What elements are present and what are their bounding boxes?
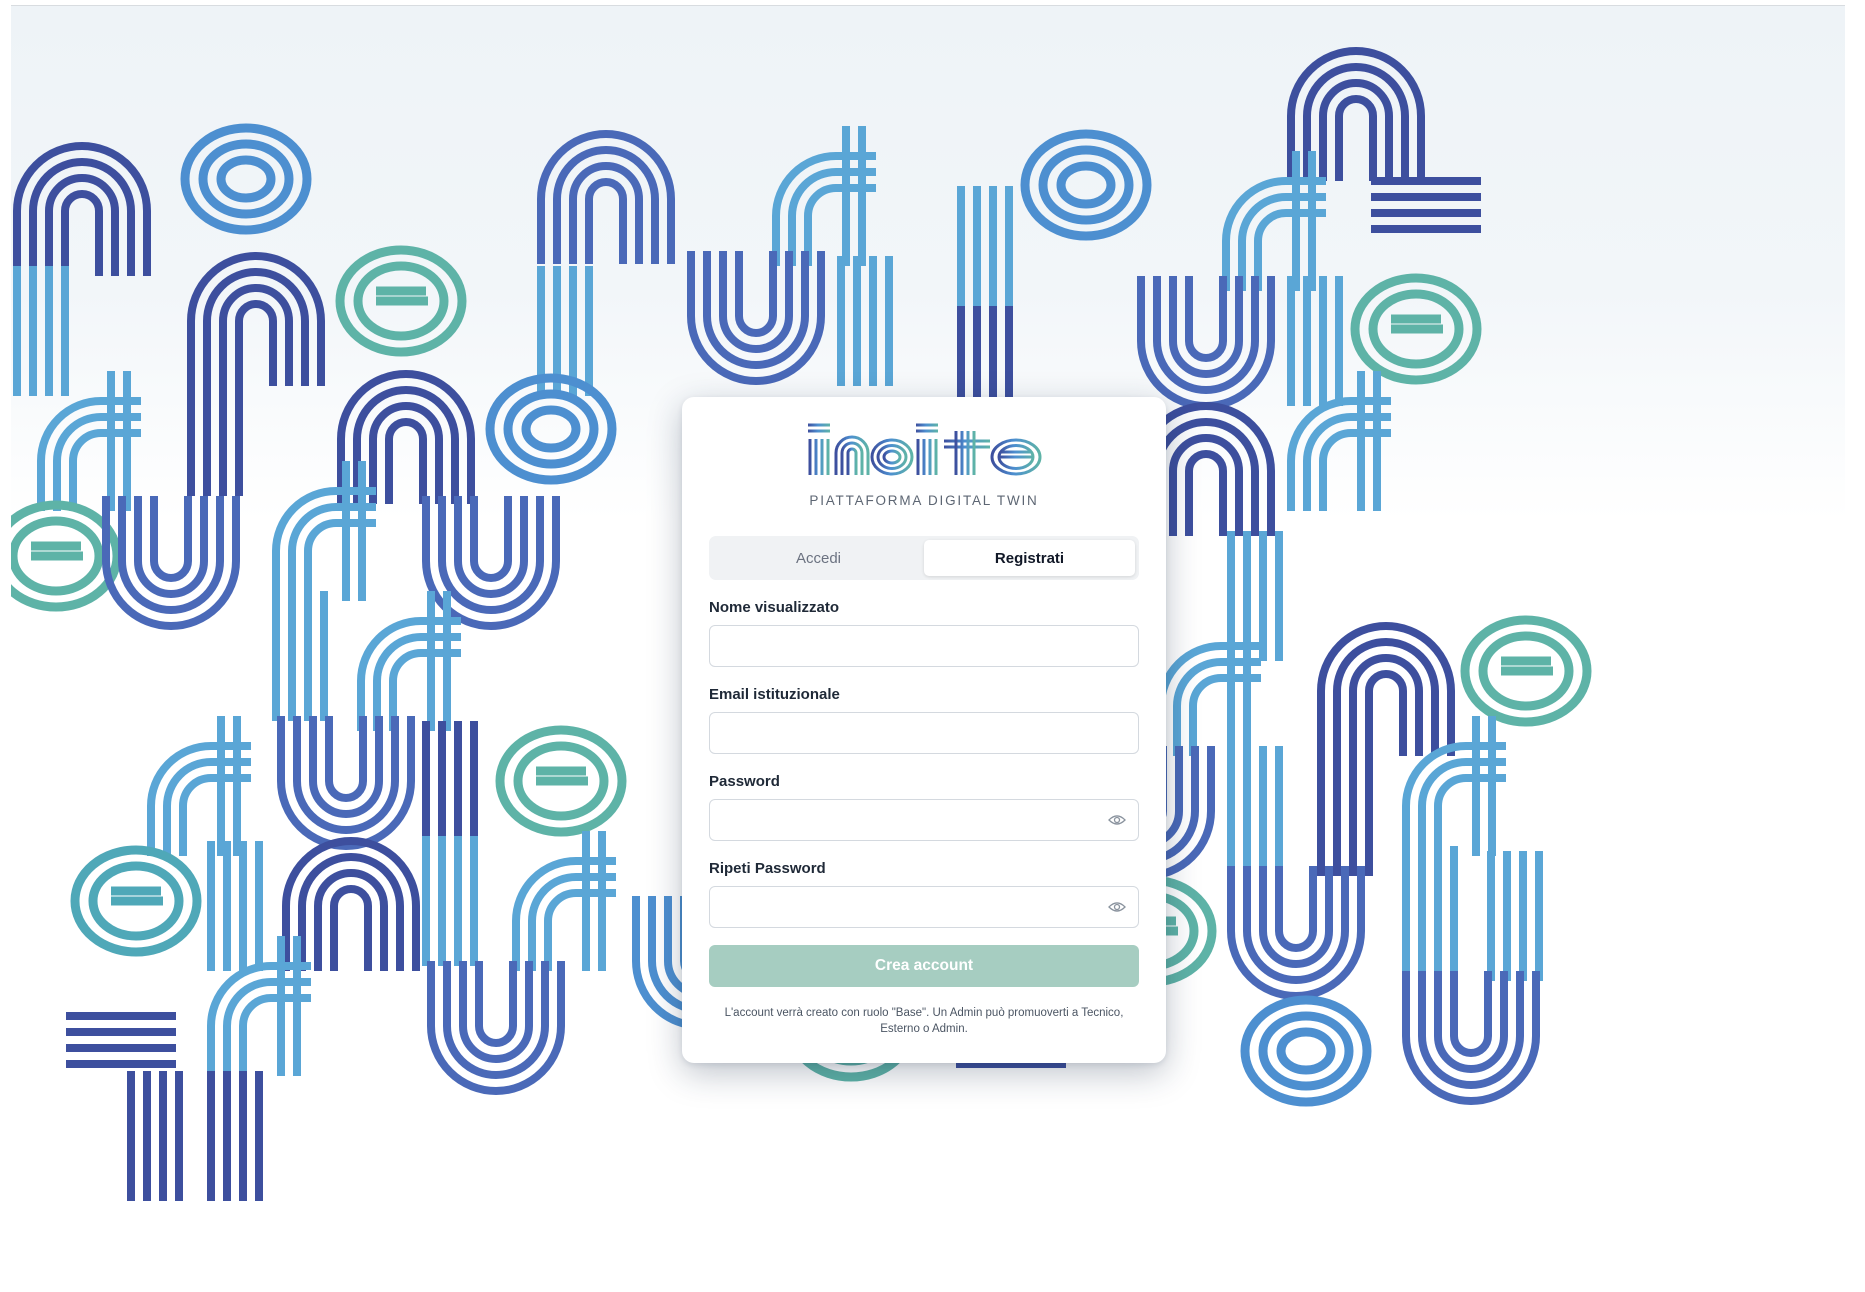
register-card: PIATTAFORMA DIGITAL TWIN Accedi Registra…: [682, 397, 1166, 1063]
repeat-password-input-box: [709, 886, 1139, 928]
tab-login[interactable]: Accedi: [713, 540, 924, 576]
email-field: Email istituzionale: [709, 686, 1139, 754]
create-account-button[interactable]: Crea account: [709, 945, 1139, 987]
eye-icon[interactable]: [1108, 813, 1126, 827]
display-name-input[interactable]: [710, 626, 1138, 666]
repeat-password-input[interactable]: [710, 887, 1138, 927]
auth-tabs: Accedi Registrati: [709, 536, 1139, 580]
tab-register[interactable]: Registrati: [924, 540, 1135, 576]
brand-logo: [709, 417, 1139, 483]
email-input[interactable]: [710, 713, 1138, 753]
password-label: Password: [709, 773, 780, 790]
display-name-input-box: [709, 625, 1139, 667]
display-name-field: Nome visualizzato: [709, 599, 1139, 667]
email-label: Email istituzionale: [709, 686, 840, 703]
password-field: Password: [709, 773, 1139, 841]
repeat-password-label: Ripeti Password: [709, 860, 826, 877]
display-name-label: Nome visualizzato: [709, 599, 840, 616]
password-input[interactable]: [710, 800, 1138, 840]
repeat-password-field: Ripeti Password: [709, 860, 1139, 928]
role-info-note: L'account verrà creato con ruolo "Base".…: [724, 1007, 1124, 1035]
email-input-box: [709, 712, 1139, 754]
eye-icon[interactable]: [1108, 900, 1126, 914]
password-input-box: [709, 799, 1139, 841]
incite-logo-icon: [808, 423, 1042, 476]
platform-subtitle: PIATTAFORMA DIGITAL TWIN: [809, 493, 1039, 508]
